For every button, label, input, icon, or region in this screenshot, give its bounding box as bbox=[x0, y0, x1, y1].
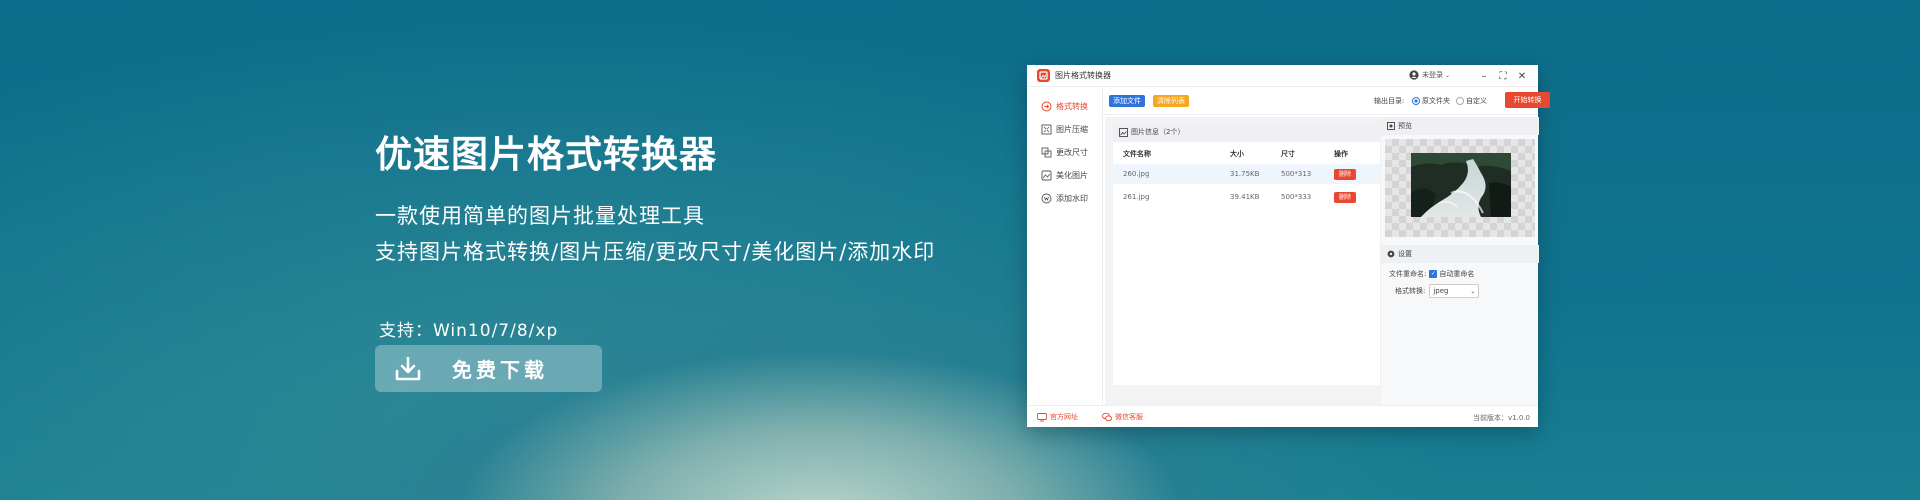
right-panel: 预览 设置 文件重命名: ✓ 自动重命名 格式转换: jpeg ⌄ bbox=[1380, 117, 1539, 405]
col-header-name: 文件名称 bbox=[1123, 150, 1151, 158]
radio-unchecked-icon bbox=[1456, 97, 1464, 105]
sidebar-item-convert[interactable]: 格式转换 bbox=[1041, 101, 1088, 112]
app-title: 图片格式转换器 bbox=[1055, 71, 1111, 80]
gear-icon bbox=[1387, 250, 1395, 258]
website-label: 官方网址 bbox=[1050, 413, 1078, 421]
hero-title: 优速图片格式转换器 bbox=[375, 133, 717, 176]
table-row[interactable]: 261.jpg 39.41KB 500*333 删除 bbox=[1113, 187, 1380, 207]
file-panel-header: 图片信息（2个） bbox=[1113, 122, 1380, 142]
download-icon bbox=[395, 356, 421, 380]
version-text: 当前版本：v1.0.0 bbox=[1473, 414, 1530, 422]
sidebar-item-label: 美化图片 bbox=[1056, 171, 1088, 180]
settings-title: 设置 bbox=[1398, 250, 1412, 258]
os-support-text: 支持：Win10/7/8/xp bbox=[379, 321, 559, 341]
file-size: 31.75KB bbox=[1230, 170, 1260, 178]
file-panel-title: 图片信息（2个） bbox=[1131, 128, 1185, 136]
delete-button[interactable]: 删除 bbox=[1334, 169, 1356, 180]
toolbar: 添加文件 清除列表 输出目录: 原文件夹 自定义 开始转换 bbox=[1103, 87, 1550, 115]
file-panel: 图片信息（2个） 文件名称 大小 尺寸 操作 260.jpg 31.75KB 5… bbox=[1113, 122, 1380, 385]
free-download-button[interactable]: 免费下载 bbox=[375, 345, 602, 392]
radio-checked-icon bbox=[1412, 97, 1420, 105]
close-button[interactable]: ✕ bbox=[1515, 69, 1529, 83]
sidebar-item-compress[interactable]: 图片压缩 bbox=[1041, 124, 1088, 135]
file-size: 39.41KB bbox=[1230, 193, 1260, 201]
title-bar: 图片格式转换器 未登录 ⌄ – ⛶ ✕ bbox=[1027, 65, 1538, 87]
col-header-size: 大小 bbox=[1230, 150, 1244, 158]
delete-button[interactable]: 删除 bbox=[1334, 192, 1356, 203]
convert-icon bbox=[1041, 101, 1052, 112]
website-icon bbox=[1037, 413, 1047, 422]
format-value: jpeg bbox=[1433, 287, 1449, 295]
minimize-button[interactable]: – bbox=[1477, 69, 1491, 83]
wechat-label: 微信客服 bbox=[1115, 413, 1143, 421]
login-menu[interactable]: 未登录 ⌄ bbox=[1409, 70, 1450, 80]
rename-label: 文件重命名: bbox=[1389, 270, 1427, 278]
file-dimensions: 500*333 bbox=[1281, 193, 1312, 201]
file-name: 261.jpg bbox=[1123, 193, 1150, 201]
hero-section: 优速图片格式转换器 一款使用简单的图片批量处理工具 支持图片格式转换/图片压缩/… bbox=[375, 0, 995, 500]
start-convert-button[interactable]: 开始转换 bbox=[1505, 92, 1550, 108]
radio-original-folder[interactable]: 原文件夹 bbox=[1412, 96, 1450, 106]
format-select[interactable]: jpeg ⌄ bbox=[1429, 284, 1480, 298]
app-window: 图片格式转换器 未登录 ⌄ – ⛶ ✕ 格式转换 图片压缩 更改尺寸 美化图片 bbox=[1027, 65, 1550, 427]
hero-subtitle-2: 支持图片格式转换/图片压缩/更改尺寸/美化图片/添加水印 bbox=[375, 240, 936, 264]
image-info-icon bbox=[1119, 127, 1128, 137]
resize-icon bbox=[1041, 147, 1052, 158]
settings-header: 设置 bbox=[1381, 245, 1539, 263]
preview-header: 预览 bbox=[1381, 117, 1539, 135]
sidebar-item-label: 图片压缩 bbox=[1056, 125, 1088, 134]
preview-icon bbox=[1387, 122, 1395, 130]
login-label: 未登录 bbox=[1422, 71, 1443, 79]
preview-title: 预览 bbox=[1398, 122, 1412, 130]
output-dir-label: 输出目录: bbox=[1374, 97, 1405, 105]
sidebar-item-watermark[interactable]: 添加水印 bbox=[1041, 193, 1088, 204]
auto-rename-label: 自动重命名 bbox=[1439, 270, 1475, 278]
sidebar-item-label: 添加水印 bbox=[1056, 194, 1088, 203]
sidebar-item-beautify[interactable]: 美化图片 bbox=[1041, 170, 1088, 181]
beautify-icon bbox=[1041, 170, 1052, 181]
radio-custom-folder[interactable]: 自定义 bbox=[1456, 96, 1487, 106]
file-list-area: 图片信息（2个） 文件名称 大小 尺寸 操作 260.jpg 31.75KB 5… bbox=[1105, 117, 1402, 405]
wechat-support-link[interactable]: 微信客服 bbox=[1102, 412, 1143, 422]
radio-label: 自定义 bbox=[1466, 97, 1487, 105]
table-row[interactable]: 260.jpg 31.75KB 500*313 删除 bbox=[1113, 164, 1380, 184]
sidebar-item-resize[interactable]: 更改尺寸 bbox=[1041, 147, 1088, 158]
col-header-action: 操作 bbox=[1334, 150, 1348, 158]
chevron-down-icon: ⌄ bbox=[1445, 71, 1451, 79]
sidebar-item-label: 格式转换 bbox=[1056, 102, 1088, 111]
table-header: 文件名称 大小 尺寸 操作 bbox=[1113, 146, 1380, 162]
hero-subtitle-1: 一款使用简单的图片批量处理工具 bbox=[375, 204, 705, 228]
maximize-button[interactable]: ⛶ bbox=[1496, 69, 1510, 83]
format-label: 格式转换: bbox=[1395, 287, 1426, 295]
compress-icon bbox=[1041, 124, 1052, 135]
sidebar-item-label: 更改尺寸 bbox=[1056, 148, 1088, 157]
preview-canvas bbox=[1385, 139, 1535, 237]
clear-list-button[interactable]: 清除列表 bbox=[1153, 95, 1189, 107]
rename-setting: 文件重命名: ✓ 自动重命名 bbox=[1389, 269, 1474, 279]
radio-label: 原文件夹 bbox=[1422, 97, 1450, 105]
sidebar: 格式转换 图片压缩 更改尺寸 美化图片 添加水印 bbox=[1027, 87, 1103, 405]
watermark-icon bbox=[1041, 193, 1052, 204]
official-website-link[interactable]: 官方网址 bbox=[1037, 412, 1078, 422]
waterfall-preview-image bbox=[1411, 153, 1511, 217]
file-dimensions: 500*313 bbox=[1281, 170, 1312, 178]
checkbox-checked-icon[interactable]: ✓ bbox=[1429, 270, 1438, 278]
col-header-dimensions: 尺寸 bbox=[1281, 150, 1295, 158]
app-logo-icon bbox=[1037, 69, 1050, 82]
file-name: 260.jpg bbox=[1123, 170, 1150, 178]
add-file-button[interactable]: 添加文件 bbox=[1109, 95, 1145, 107]
wechat-icon bbox=[1102, 412, 1112, 422]
status-bar: 官方网址 微信客服 当前版本：v1.0.0 bbox=[1027, 405, 1538, 427]
chevron-down-icon: ⌄ bbox=[1470, 287, 1476, 295]
download-label: 免费下载 bbox=[452, 358, 548, 382]
format-setting: 格式转换: jpeg ⌄ bbox=[1395, 284, 1480, 298]
user-icon bbox=[1409, 70, 1419, 80]
